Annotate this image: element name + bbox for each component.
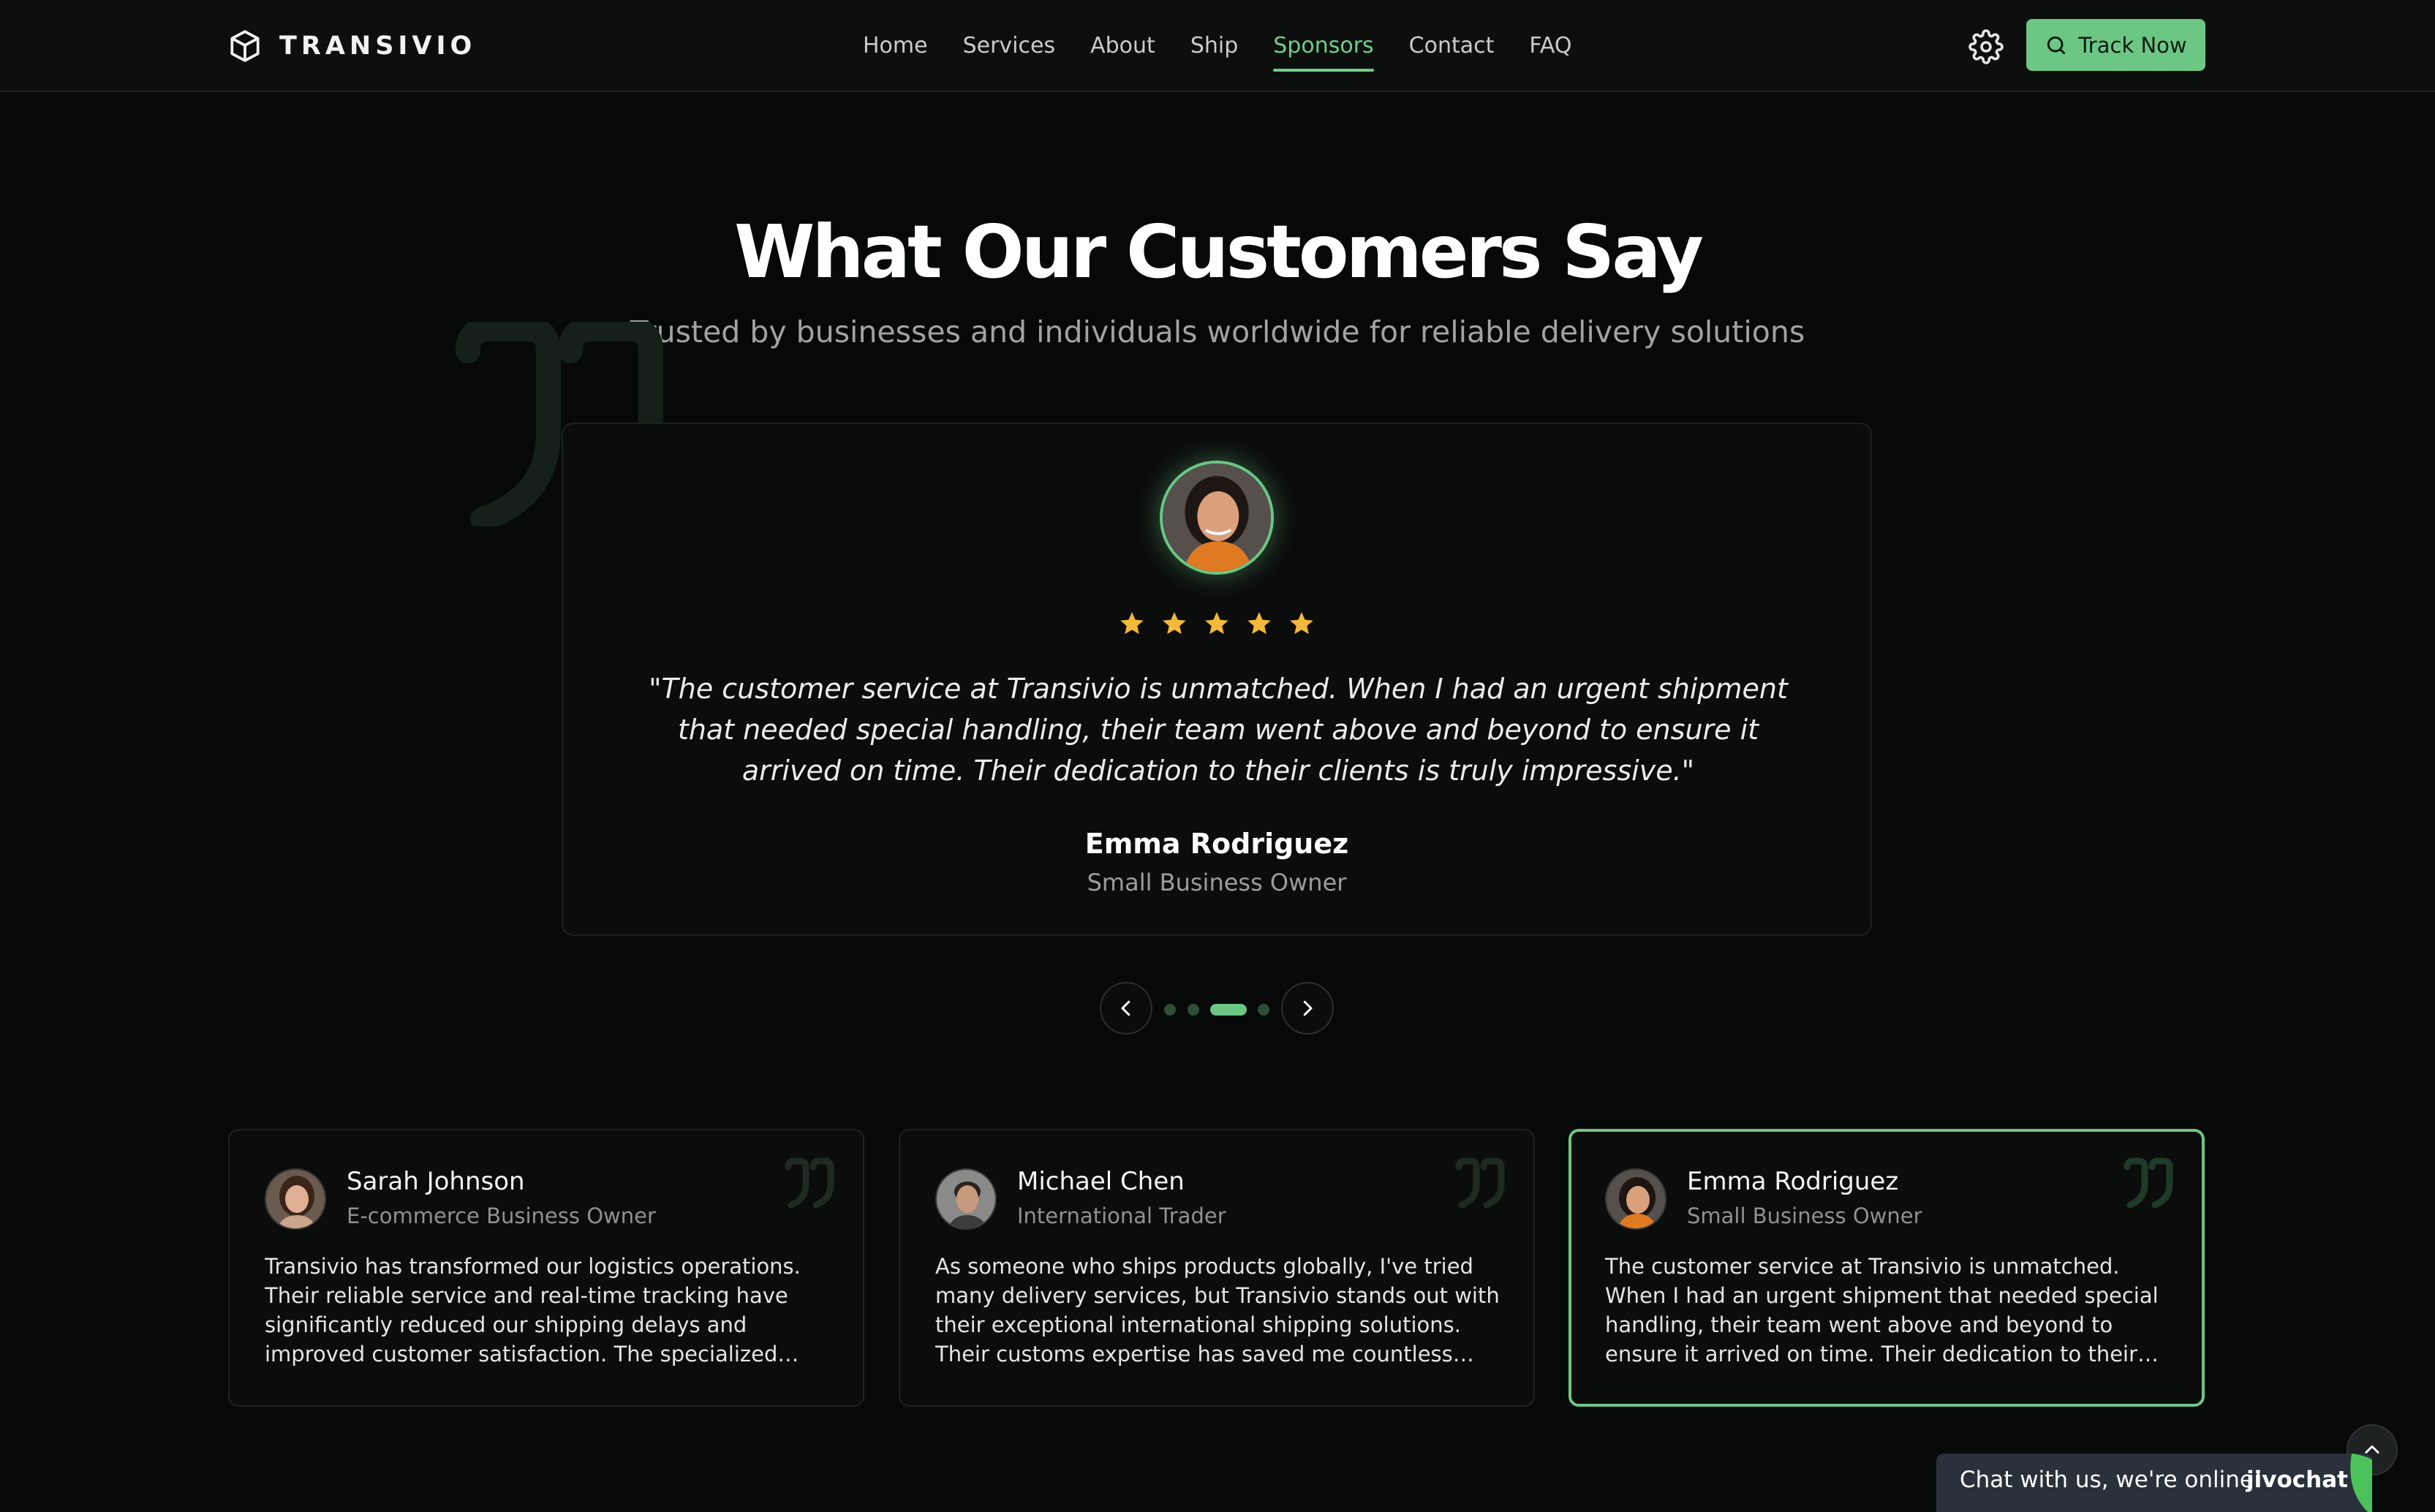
nav-sponsors[interactable]: Sponsors bbox=[1273, 26, 1375, 72]
featured-name: Emma Rodriguez bbox=[1084, 828, 1349, 860]
track-now-button[interactable]: Track Now bbox=[2026, 19, 2205, 71]
testimonial-card-active[interactable]: Emma Rodriguez Small Business Owner The … bbox=[1568, 1129, 2205, 1407]
carousel-dot[interactable] bbox=[1258, 1004, 1269, 1016]
featured-testimonial: "The customer service at Transivio is un… bbox=[562, 423, 1872, 936]
star-icon bbox=[1290, 612, 1313, 635]
avatar bbox=[935, 1168, 997, 1230]
featured-quote: "The customer service at Transivio is un… bbox=[649, 673, 1788, 787]
nav-ship[interactable]: Ship bbox=[1190, 26, 1238, 67]
nav-services[interactable]: Services bbox=[963, 26, 1056, 67]
chevron-left-icon bbox=[1121, 1000, 1130, 1016]
chat-brand: jivochat bbox=[2246, 1467, 2348, 1493]
avatar bbox=[265, 1168, 326, 1230]
rating-stars bbox=[563, 610, 1870, 638]
testimonial-name: Sarah Johnson bbox=[347, 1167, 525, 1196]
star-icon bbox=[1120, 612, 1144, 635]
site-header: TRANSIVIO Home Services About Ship Spons… bbox=[0, 0, 2435, 92]
settings-button[interactable] bbox=[1968, 29, 2004, 64]
chat-label: Chat with us, we're online! bbox=[1960, 1467, 2263, 1493]
chevron-right-icon bbox=[1303, 1000, 1313, 1016]
quote-icon bbox=[785, 1157, 834, 1209]
featured-role: Small Business Owner bbox=[1087, 869, 1347, 896]
nav-faq[interactable]: FAQ bbox=[1529, 26, 1571, 67]
brand-name: TRANSIVIO bbox=[279, 31, 477, 61]
quote-icon bbox=[1455, 1157, 1505, 1209]
carousel-dot[interactable] bbox=[1188, 1004, 1199, 1016]
box-icon bbox=[230, 30, 260, 62]
testimonial-text: The customer service at Transivio is unm… bbox=[1605, 1254, 2159, 1367]
previous-button[interactable] bbox=[1100, 982, 1152, 1035]
section-title: What Our Customers Say bbox=[734, 209, 1704, 295]
testimonial-role: Small Business Owner bbox=[1687, 1203, 1922, 1228]
testimonial-card[interactable]: Sarah Johnson E-commerce Business Owner … bbox=[228, 1129, 864, 1407]
track-now-label: Track Now bbox=[2078, 32, 2187, 58]
nav-contact[interactable]: Contact bbox=[1409, 26, 1495, 67]
star-icon bbox=[1205, 612, 1228, 635]
next-button[interactable] bbox=[1281, 982, 1334, 1035]
carousel-dot[interactable] bbox=[1164, 1004, 1176, 1016]
section-subtitle: Trusted by businesses and individuals wo… bbox=[630, 314, 1805, 349]
testimonial-card[interactable]: Michael Chen International Trader As som… bbox=[899, 1129, 1535, 1407]
brand-logo[interactable]: TRANSIVIO bbox=[227, 26, 476, 66]
testimonial-name: Michael Chen bbox=[1017, 1167, 1185, 1196]
avatar bbox=[1160, 461, 1274, 575]
testimonial-text: Transivio has transformed our logistics … bbox=[265, 1254, 801, 1367]
nav-home[interactable]: Home bbox=[863, 26, 928, 67]
search-icon bbox=[2047, 36, 2066, 54]
testimonial-text: As someone who ships products globally, … bbox=[935, 1254, 1500, 1367]
testimonial-role: E-commerce Business Owner bbox=[347, 1203, 656, 1228]
leaf-icon bbox=[2350, 1454, 2372, 1512]
star-icon bbox=[1163, 612, 1186, 635]
carousel-dot-active[interactable] bbox=[1210, 1004, 1247, 1016]
testimonial-role: International Trader bbox=[1017, 1203, 1226, 1228]
nav-about[interactable]: About bbox=[1090, 26, 1155, 67]
chat-widget[interactable]: Chat with us, we're online! jivochat bbox=[1936, 1454, 2372, 1512]
quote-icon bbox=[2123, 1157, 2173, 1209]
gear-icon bbox=[1968, 29, 2004, 64]
star-icon bbox=[1247, 612, 1271, 635]
testimonial-name: Emma Rodriguez bbox=[1687, 1167, 1899, 1196]
main-nav: Home Services About Ship Sponsors Contac… bbox=[863, 26, 1607, 72]
avatar bbox=[1605, 1168, 1666, 1230]
